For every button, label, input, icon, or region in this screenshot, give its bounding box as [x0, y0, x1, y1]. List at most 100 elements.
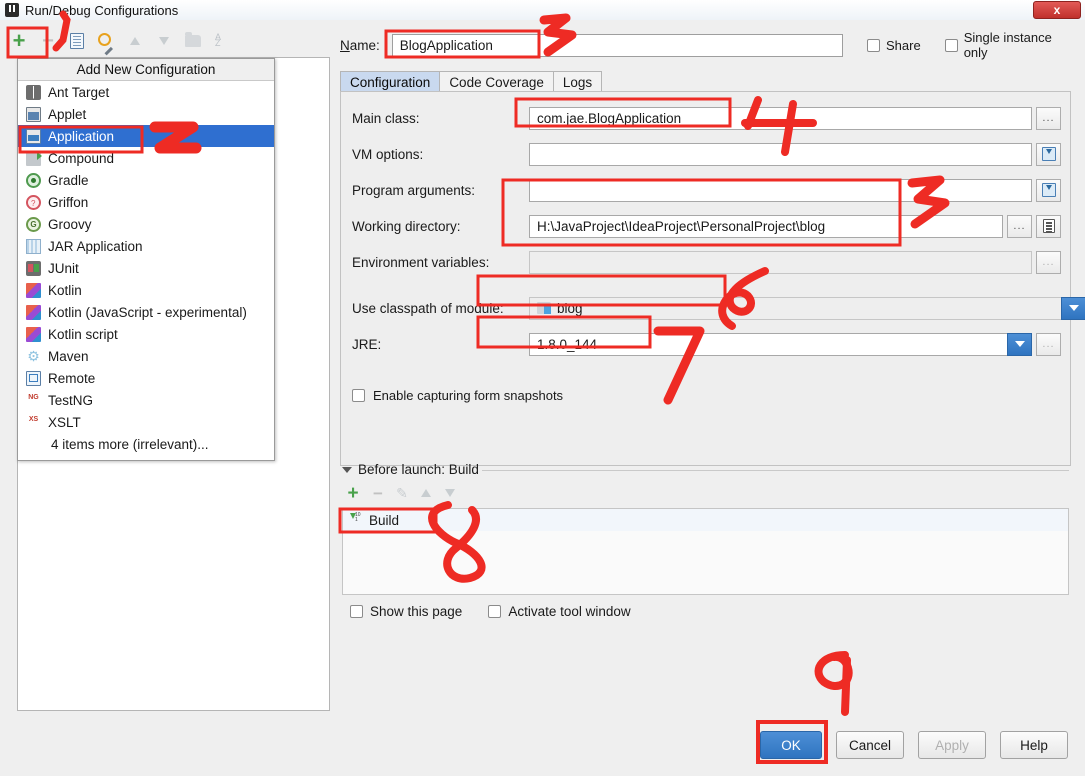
- popup-item-gradle[interactable]: Gradle: [18, 169, 274, 191]
- help-button[interactable]: Help: [1000, 731, 1068, 759]
- popup-item-testng[interactable]: NG TestNG: [18, 389, 274, 411]
- before-launch-toolbar: + − ✎: [344, 484, 458, 503]
- before-launch-remove-button[interactable]: −: [370, 484, 386, 502]
- kotlin-icon: [26, 326, 41, 342]
- vm-options-input[interactable]: [529, 142, 1032, 166]
- environment-variables-browse-button[interactable]: ...: [1036, 250, 1061, 274]
- create-folder-button[interactable]: [180, 28, 206, 54]
- popup-item-application[interactable]: Application: [18, 125, 274, 147]
- before-launch-title: Before launch: Build: [358, 462, 479, 477]
- popup-item-compound[interactable]: Compound: [18, 147, 274, 169]
- show-this-page-checkbox[interactable]: [350, 605, 363, 618]
- single-instance-checkbox[interactable]: [944, 38, 958, 52]
- popup-item-4-items-more-irrelevant[interactable]: 4 items more (irrelevant)...: [18, 433, 274, 455]
- before-launch-options: Show this page Activate tool window: [350, 604, 631, 619]
- classpath-module-dropdown-arrow[interactable]: [1061, 296, 1085, 320]
- add-configuration-button[interactable]: +: [6, 28, 32, 54]
- form-snapshots-row[interactable]: Enable capturing form snapshots: [352, 388, 563, 403]
- name-input[interactable]: BlogApplication: [391, 33, 843, 57]
- before-launch-move-down-button[interactable]: [442, 484, 458, 502]
- move-down-button[interactable]: [151, 28, 177, 54]
- before-launch-build-label: Build: [369, 512, 400, 528]
- main-class-browse-button[interactable]: ...: [1036, 106, 1061, 130]
- intellij-idea-icon: [5, 3, 19, 17]
- program-arguments-row: Program arguments:: [352, 178, 1061, 202]
- cancel-button[interactable]: Cancel: [836, 731, 904, 759]
- environment-variables-label: Environment variables:: [352, 254, 490, 270]
- tab-code-coverage[interactable]: Code Coverage: [439, 71, 554, 92]
- activate-tool-window-checkbox[interactable]: [488, 605, 502, 618]
- popup-item-maven[interactable]: ⚙ Maven: [18, 345, 274, 367]
- remove-configuration-button[interactable]: −: [35, 28, 61, 54]
- arrow-down-icon: [445, 489, 455, 497]
- tab-configuration[interactable]: Configuration: [340, 71, 441, 92]
- close-icon[interactable]: x: [1033, 1, 1081, 19]
- vm-options-macro-button[interactable]: [1036, 142, 1061, 166]
- testng-icon: NG: [28, 393, 39, 401]
- before-launch-move-up-button[interactable]: [418, 484, 434, 502]
- popup-item-ant-target[interactable]: Ant Target: [18, 81, 274, 103]
- jre-browse-button[interactable]: ...: [1036, 332, 1061, 356]
- popup-item-kotlin[interactable]: Kotlin: [18, 279, 274, 301]
- tab-logs[interactable]: Logs: [552, 71, 603, 92]
- apply-button[interactable]: Apply: [918, 731, 986, 759]
- name-row: Name: BlogApplication Share Single insta…: [340, 30, 1077, 60]
- classpath-module-row: Use classpath of module: blog: [352, 296, 1085, 320]
- popup-item-xslt[interactable]: XS XSLT: [18, 411, 274, 433]
- before-launch-header[interactable]: Before launch: Build: [342, 462, 479, 477]
- name-label: Name:: [340, 37, 380, 53]
- show-this-page-row[interactable]: Show this page: [350, 604, 462, 619]
- main-class-input[interactable]: com.jae.BlogApplication: [529, 106, 1032, 130]
- edit-templates-button[interactable]: [93, 28, 119, 54]
- form-snapshots-checkbox[interactable]: [352, 389, 365, 402]
- gradle-icon: [26, 172, 41, 188]
- chevron-down-icon[interactable]: [342, 466, 352, 473]
- program-arguments-macro-button[interactable]: [1036, 178, 1061, 202]
- configurations-toolbar: + − AZ: [6, 26, 326, 56]
- classpath-module-combo[interactable]: blog: [529, 296, 1062, 320]
- share-checkbox[interactable]: [866, 38, 880, 52]
- popup-item-label: 4 items more (irrelevant)...: [51, 436, 209, 452]
- before-launch-build-item[interactable]: Build: [343, 509, 1068, 531]
- working-directory-row: Working directory: H:\JavaProject\IdeaPr…: [352, 214, 1061, 238]
- popup-item-label: Application: [48, 128, 115, 144]
- popup-item-kotlin-script[interactable]: Kotlin script: [18, 323, 274, 345]
- working-directory-list-button[interactable]: [1036, 214, 1061, 238]
- popup-item-junit[interactable]: JUnit: [18, 257, 274, 279]
- popup-item-applet[interactable]: Applet: [18, 103, 274, 125]
- popup-item-label: TestNG: [48, 392, 94, 408]
- before-launch-edit-button[interactable]: ✎: [394, 484, 410, 502]
- before-launch-add-button[interactable]: +: [344, 484, 362, 503]
- single-instance-label: Single instance only: [963, 30, 1052, 60]
- applet-icon: [26, 106, 41, 122]
- ok-button[interactable]: OK: [760, 731, 822, 759]
- popup-item-kotlin-javascript-experimental[interactable]: Kotlin (JavaScript - experimental): [18, 301, 274, 323]
- show-this-page-label: Show this page: [370, 604, 463, 619]
- xslt-icon: XS: [28, 415, 39, 423]
- build-icon: [349, 513, 363, 527]
- vm-options-row: VM options:: [352, 142, 1061, 166]
- before-launch-task-list[interactable]: Build: [342, 508, 1069, 595]
- popup-item-jar-application[interactable]: JAR Application: [18, 235, 274, 257]
- single-instance-checkbox-row[interactable]: Single instance only: [944, 30, 1077, 60]
- working-directory-browse-button[interactable]: ...: [1007, 214, 1032, 238]
- jre-dropdown-arrow[interactable]: [1007, 332, 1032, 356]
- jre-input[interactable]: 1.8.0_144: [529, 332, 1008, 356]
- move-up-button[interactable]: [122, 28, 148, 54]
- activate-tool-window-row[interactable]: Activate tool window: [488, 604, 631, 619]
- run-debug-configurations-dialog: Run/Debug Configurations x + − AZ Add Ne…: [0, 0, 1085, 776]
- before-launch-separator: [482, 470, 1069, 471]
- working-directory-input[interactable]: H:\JavaProject\IdeaProject\PersonalProje…: [529, 214, 1003, 238]
- application-icon: [26, 128, 41, 144]
- popup-item-griffon[interactable]: Griffon: [18, 191, 274, 213]
- copy-configuration-button[interactable]: [64, 28, 90, 54]
- share-checkbox-row[interactable]: Share: [866, 38, 921, 53]
- popup-item-remote[interactable]: Remote: [18, 367, 274, 389]
- ant-icon: [26, 84, 41, 100]
- popup-item-label: Gradle: [48, 172, 89, 188]
- program-arguments-input[interactable]: [529, 178, 1032, 202]
- sort-configurations-button[interactable]: AZ: [209, 28, 235, 54]
- window-title: Run/Debug Configurations: [25, 2, 179, 18]
- environment-variables-input[interactable]: [529, 250, 1032, 274]
- popup-item-groovy[interactable]: G Groovy: [18, 213, 274, 235]
